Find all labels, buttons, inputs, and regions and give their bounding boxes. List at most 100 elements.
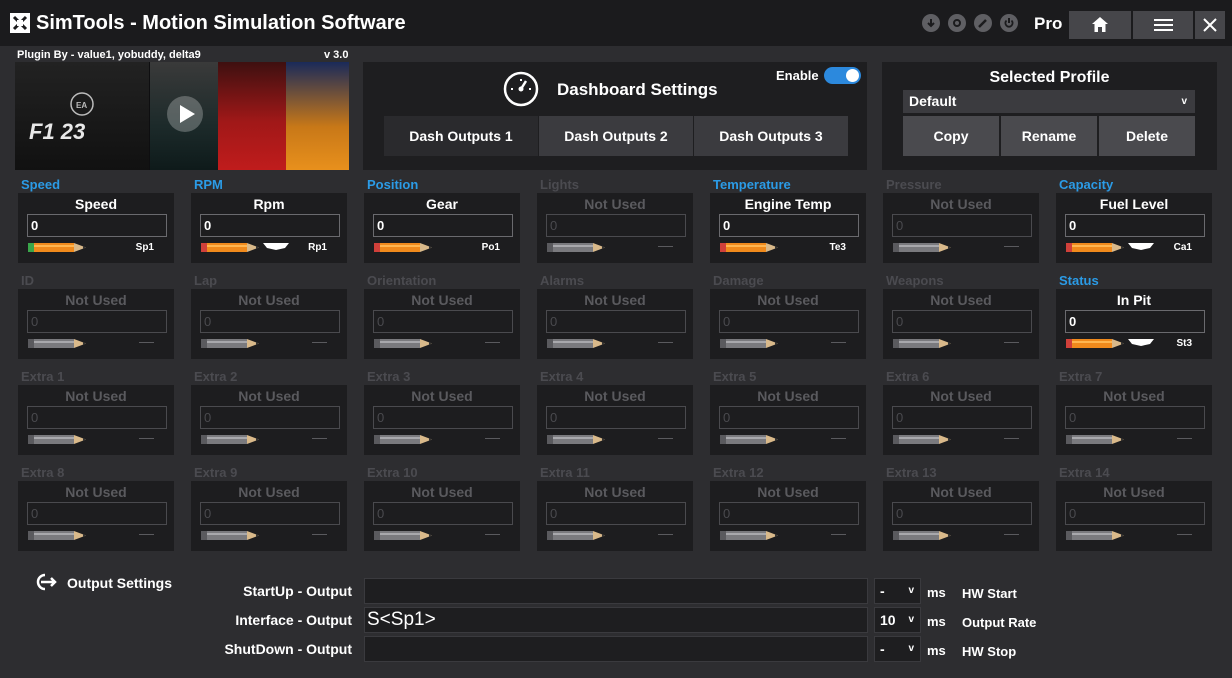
channel-title: Not Used — [930, 292, 992, 308]
play-icon[interactable] — [165, 94, 205, 134]
delete-button[interactable]: Delete — [1099, 116, 1195, 156]
channel-cell[interactable]: Not Used 0 — [537, 385, 693, 455]
channel-value-input[interactable]: 0 — [373, 310, 513, 333]
channel-value-input[interactable]: 0 — [27, 406, 167, 429]
channel-cell[interactable]: In Pit 0 St3 — [1056, 289, 1212, 359]
channel-cell[interactable]: Speed 0 Sp1 — [18, 193, 174, 263]
shutdown-rate-select[interactable]: -v — [874, 636, 921, 662]
pencil-icon — [374, 243, 432, 252]
channel-cell[interactable]: Not Used 0 — [537, 481, 693, 551]
game-banner[interactable]: EA F1 23 — [15, 62, 349, 170]
channel-value-input[interactable]: 0 — [1065, 214, 1205, 237]
channel-value-input[interactable]: 0 — [1065, 310, 1205, 333]
channel-value-input[interactable]: 0 — [719, 502, 859, 525]
channel-value-input[interactable]: 0 — [373, 406, 513, 429]
power-icon[interactable] — [1000, 14, 1018, 32]
channel-cell[interactable]: Not Used 0 — [537, 289, 693, 359]
channel-value-input[interactable]: 0 — [200, 310, 340, 333]
hw-start-label: HW Start — [962, 586, 1017, 601]
channel-value-input[interactable]: 0 — [373, 502, 513, 525]
output-rate-select[interactable]: 10 v — [874, 607, 921, 633]
channel-value-input[interactable]: 0 — [373, 214, 513, 237]
download-icon[interactable] — [922, 14, 940, 32]
channel-cell[interactable]: Not Used 0 — [883, 481, 1039, 551]
channel-value-input[interactable]: 0 — [200, 214, 340, 237]
channel-value-input[interactable]: 0 — [719, 406, 859, 429]
channel-value-input[interactable]: 0 — [546, 406, 686, 429]
close-button[interactable] — [1195, 11, 1225, 39]
channel-title: Not Used — [584, 196, 646, 212]
rename-button[interactable]: Rename — [1001, 116, 1097, 156]
startup-rate-select[interactable]: -v — [874, 578, 921, 604]
copy-button[interactable]: Copy — [903, 116, 999, 156]
channel-value-input[interactable]: 0 — [27, 310, 167, 333]
channel-cell[interactable]: Not Used 0 — [364, 385, 520, 455]
tab-dash-outputs-1[interactable]: Dash Outputs 1 — [384, 116, 538, 156]
channel-cell[interactable]: Not Used 0 — [710, 385, 866, 455]
channel-group-label: Lap — [194, 273, 218, 288]
channel-cell[interactable]: Not Used 0 — [364, 481, 520, 551]
channel-cell[interactable]: Not Used 0 — [18, 289, 174, 359]
channel-cell[interactable]: Not Used 0 — [537, 193, 693, 263]
channel-value-input[interactable]: 0 — [27, 214, 167, 237]
channel-value-input[interactable]: 0 — [546, 502, 686, 525]
hw-stop-label: HW Stop — [962, 644, 1017, 659]
channel-cell[interactable]: Not Used 0 — [191, 385, 347, 455]
channel-cell[interactable]: Not Used 0 — [191, 289, 347, 359]
settings-icon[interactable] — [948, 14, 966, 32]
channel-cell[interactable]: Gear 0 Po1 — [364, 193, 520, 263]
profile-select[interactable]: Default v — [903, 90, 1195, 113]
tab-dash-outputs-2[interactable]: Dash Outputs 2 — [539, 116, 693, 156]
pencil-icon — [374, 435, 432, 444]
channel-value-input[interactable]: 0 — [27, 502, 167, 525]
channel-value-input[interactable]: 0 — [1065, 406, 1205, 429]
channel-cell[interactable]: Not Used 0 — [883, 385, 1039, 455]
tab-dash-outputs-3[interactable]: Dash Outputs 3 — [694, 116, 848, 156]
shutdown-output-input[interactable] — [364, 636, 868, 662]
channel-value-input[interactable]: 0 — [200, 502, 340, 525]
channel-cell[interactable]: Not Used 0 — [883, 289, 1039, 359]
channel-group-label: Extra 4 — [540, 369, 584, 384]
channel-cell[interactable]: Not Used 0 — [18, 481, 174, 551]
channel-value-input[interactable]: 0 — [719, 310, 859, 333]
channel-value-input[interactable]: 0 — [892, 502, 1032, 525]
channel-value-input[interactable]: 0 — [1065, 502, 1205, 525]
channel-cell[interactable]: Not Used 0 — [1056, 385, 1212, 455]
channel-cell[interactable]: Rpm 0 Rp1 — [191, 193, 347, 263]
channel-cell[interactable]: Not Used 0 — [883, 193, 1039, 263]
channel-code: St3 — [1176, 338, 1192, 349]
home-button[interactable] — [1069, 11, 1131, 39]
startup-output-input[interactable] — [364, 578, 868, 604]
channel-group-label: Weapons — [886, 273, 944, 288]
channel-value-input[interactable]: 0 — [546, 214, 686, 237]
channel-value-input[interactable]: 0 — [892, 214, 1032, 237]
channel-code-empty — [658, 534, 673, 535]
channel-code: Te3 — [829, 242, 847, 253]
pencil-icon — [720, 435, 778, 444]
interface-output-input[interactable]: S<Sp1> — [364, 607, 868, 633]
channel-value-input[interactable]: 0 — [892, 310, 1032, 333]
channel-cell[interactable]: Not Used 0 — [1056, 481, 1212, 551]
enable-label: Enable — [776, 68, 819, 83]
channel-value-input[interactable]: 0 — [200, 406, 340, 429]
channel-title: Not Used — [757, 388, 819, 404]
svg-text:EA: EA — [76, 101, 87, 110]
channel-value-input[interactable]: 0 — [546, 310, 686, 333]
channel-cell[interactable]: Engine Temp 0 Te3 — [710, 193, 866, 263]
channel-cell[interactable]: Not Used 0 — [191, 481, 347, 551]
channel-title: Not Used — [65, 292, 127, 308]
tier-label: Pro — [1034, 14, 1063, 33]
dashboard-title: Dashboard Settings — [557, 80, 718, 99]
channel-cell[interactable]: Not Used 0 — [710, 289, 866, 359]
channel-cell[interactable]: Not Used 0 — [364, 289, 520, 359]
pencil-icon — [547, 435, 605, 444]
enable-toggle[interactable] — [824, 67, 861, 84]
edit-icon[interactable] — [974, 14, 992, 32]
channel-value-input[interactable]: 0 — [719, 214, 859, 237]
channel-group-label: RPM — [194, 177, 223, 192]
channel-cell[interactable]: Not Used 0 — [710, 481, 866, 551]
menu-button[interactable] — [1133, 11, 1193, 39]
channel-value-input[interactable]: 0 — [892, 406, 1032, 429]
channel-cell[interactable]: Not Used 0 — [18, 385, 174, 455]
channel-cell[interactable]: Fuel Level 0 Ca1 — [1056, 193, 1212, 263]
